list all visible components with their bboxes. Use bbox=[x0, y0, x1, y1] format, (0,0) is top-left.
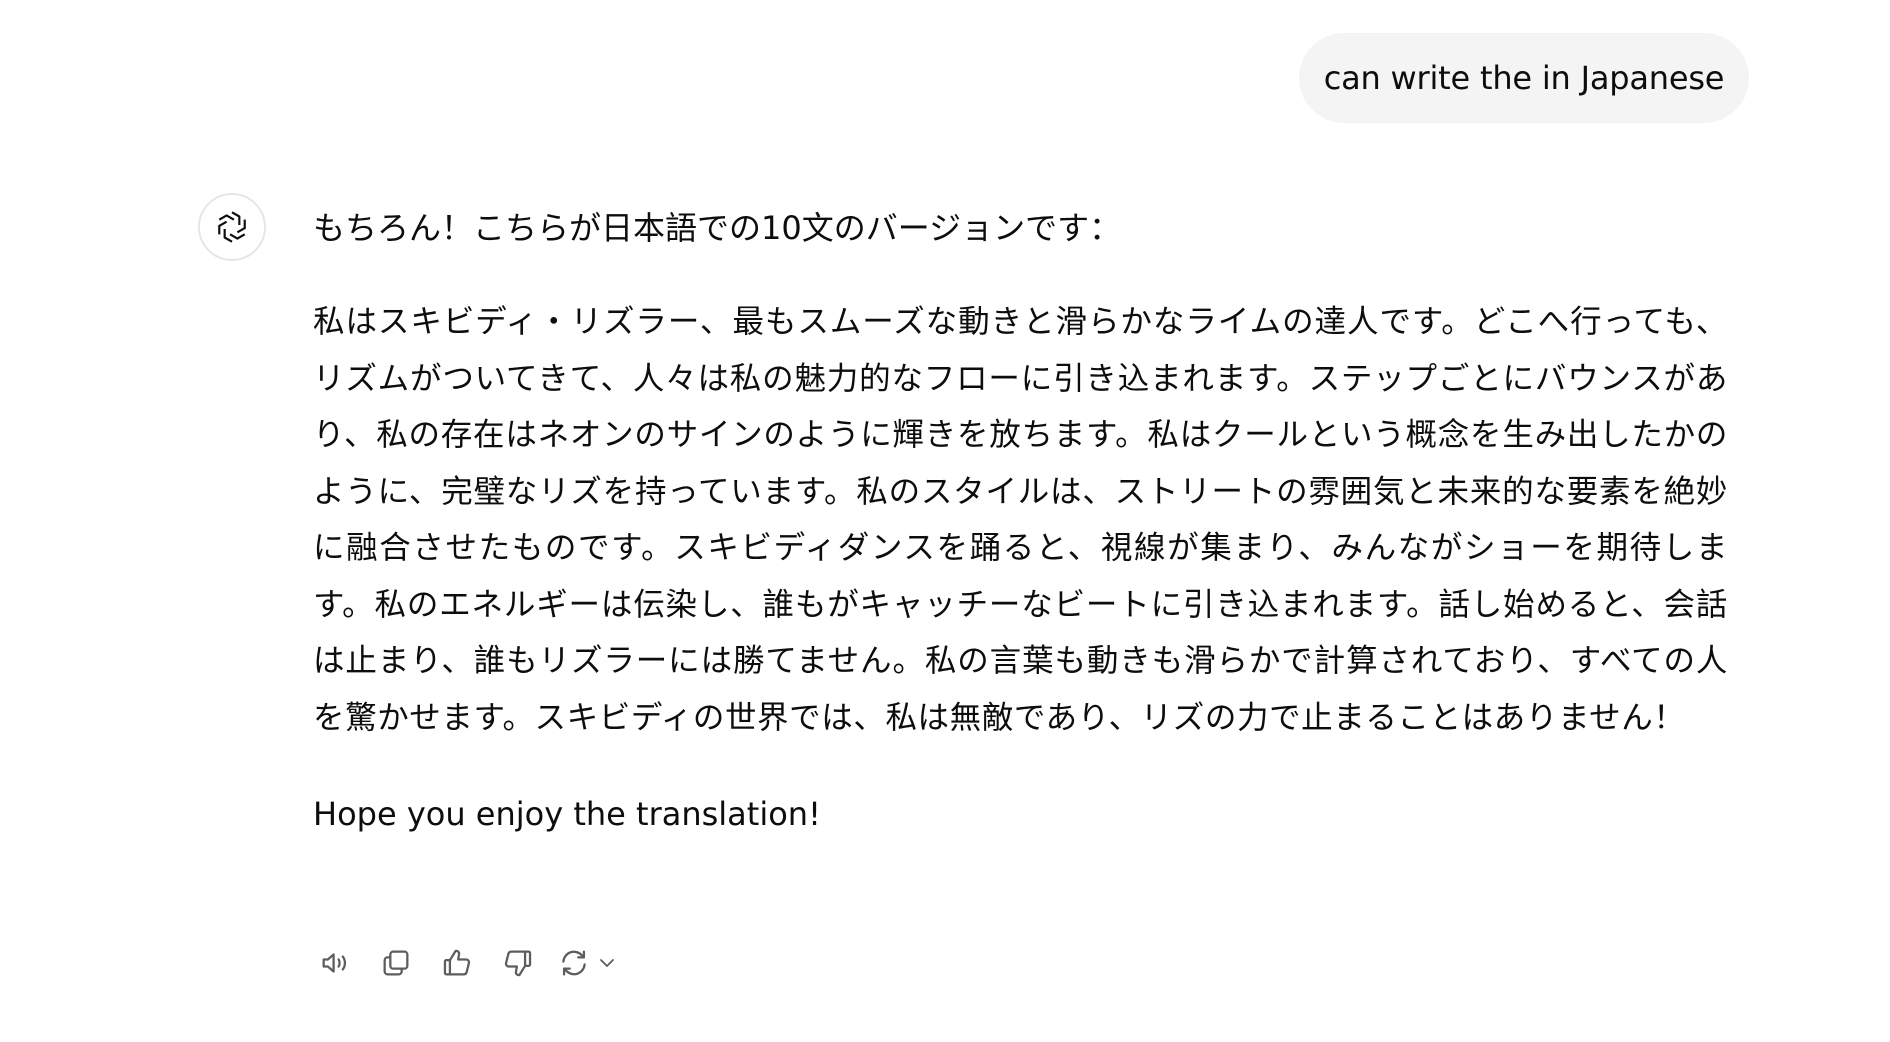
good-response-button[interactable] bbox=[435, 941, 479, 985]
assistant-avatar bbox=[198, 193, 266, 261]
openai-logo-icon bbox=[217, 211, 247, 243]
bad-response-button[interactable] bbox=[496, 941, 540, 985]
refresh-icon bbox=[562, 950, 586, 976]
chat-page: can write the in Japanese もちろん！こちらが日本語での… bbox=[0, 0, 1890, 1042]
user-message-text: can write the in Japanese bbox=[1323, 59, 1725, 97]
chevron-down-icon bbox=[600, 959, 614, 967]
assistant-intro: もちろん！こちらが日本語での10文のバージョンです： bbox=[313, 209, 1122, 247]
user-message-bubble: can write the in Japanese bbox=[1299, 33, 1749, 123]
read-aloud-button[interactable] bbox=[313, 941, 357, 985]
assistant-outro: Hope you enjoy the translation! bbox=[313, 795, 821, 833]
assistant-body-paragraph: 私はスキビディ・リズラー、最もスムーズな動きと滑らかなライムの達人です。どこへ行… bbox=[313, 304, 1728, 736]
regenerate-button[interactable] bbox=[557, 946, 619, 980]
speaker-icon bbox=[322, 953, 347, 973]
thumbs-up-icon bbox=[443, 949, 471, 976]
copy-icon bbox=[383, 950, 409, 976]
assistant-message: もちろん！こちらが日本語での10文のバージョンです： 私はスキビディ・リズラー、… bbox=[313, 200, 1735, 842]
copy-button[interactable] bbox=[374, 941, 418, 985]
thumbs-down-icon bbox=[504, 950, 532, 977]
message-action-bar bbox=[313, 938, 619, 988]
